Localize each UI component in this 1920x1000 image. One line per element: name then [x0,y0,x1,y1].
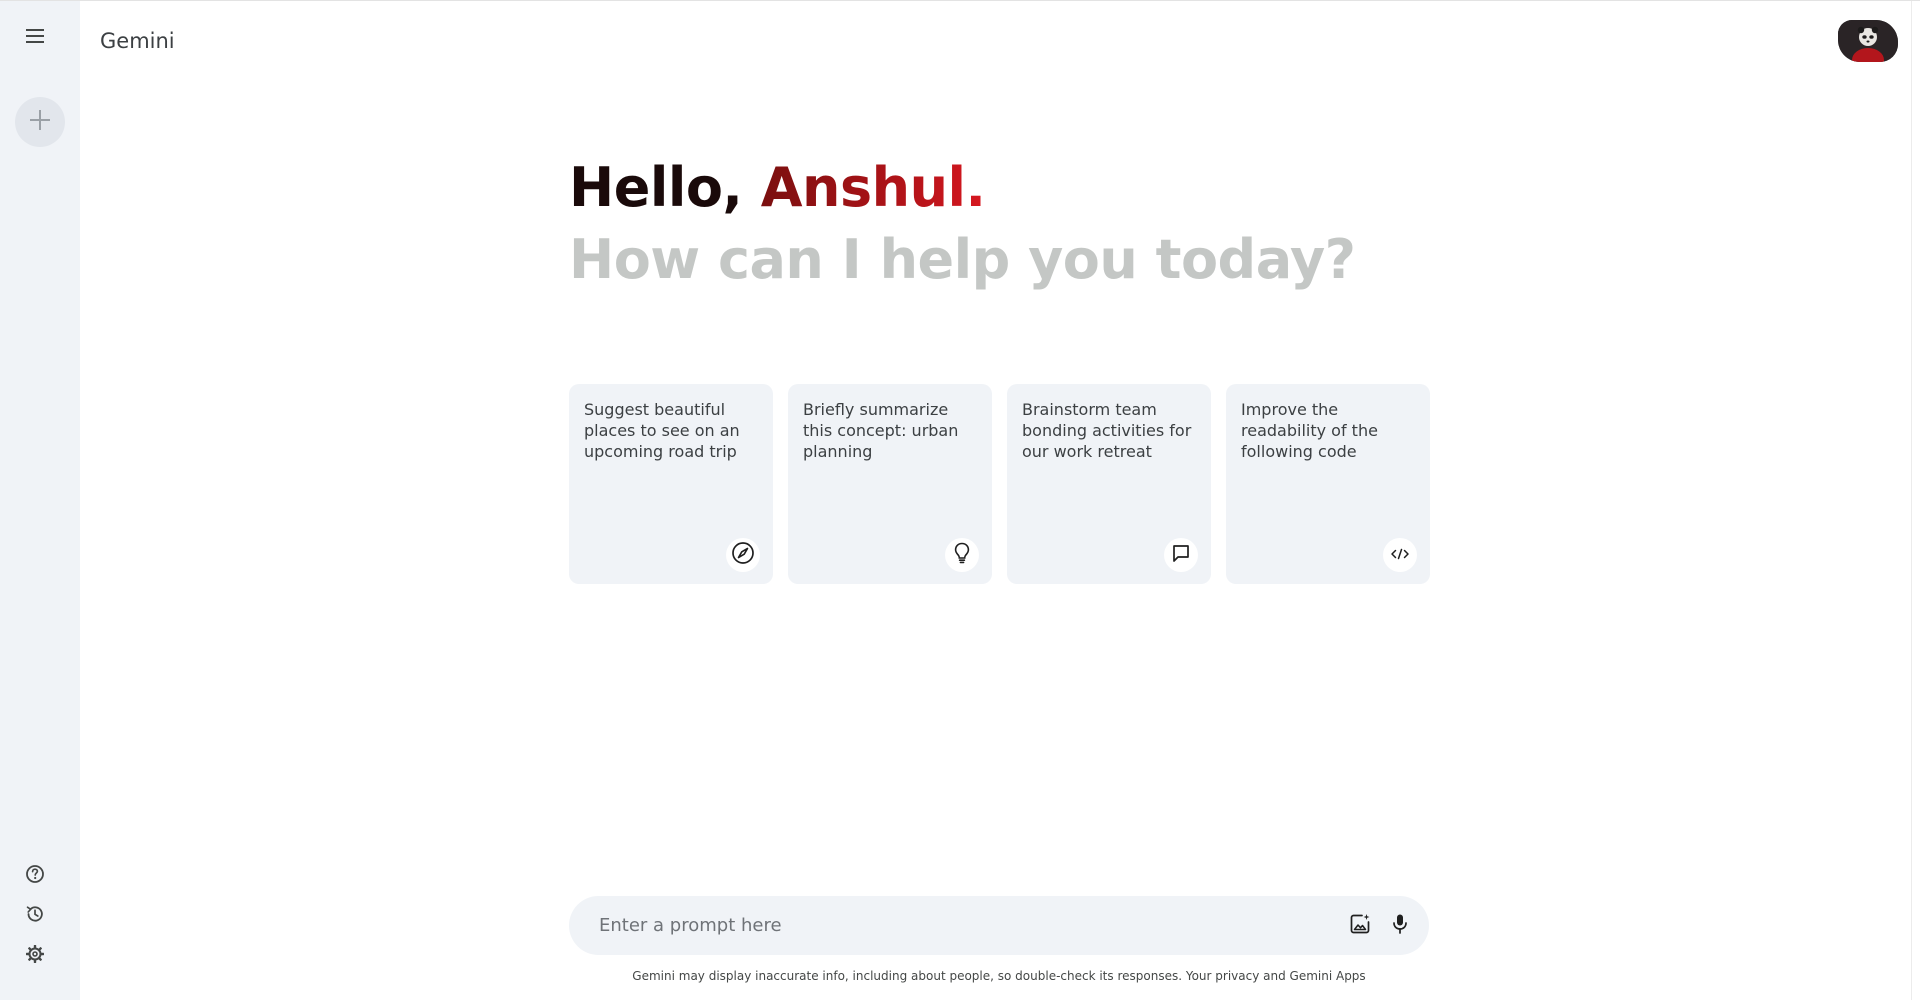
disclaimer-text: Gemini may display inaccurate info, incl… [632,969,1186,983]
microphone-icon [1391,913,1409,939]
help-button[interactable] [20,861,50,891]
prompt-bar [569,896,1429,955]
main-menu-button[interactable] [20,22,50,52]
chat-bubble-icon [1170,542,1192,568]
suggestion-card[interactable]: Briefly summarize this concept: urban pl… [788,384,992,584]
greeting-heading: Hello, Anshul. [569,153,986,223]
suggestion-card[interactable]: Brainstorm team bonding activities for o… [1007,384,1211,584]
gear-icon [25,944,45,968]
plus-icon [29,109,51,135]
upload-image-button[interactable] [1344,910,1376,942]
activity-button[interactable] [20,901,50,931]
suggestion-card[interactable]: Suggest beautiful places to see on an up… [569,384,773,584]
suggestion-card-text: Improve the readability of the following… [1241,400,1378,461]
greeting-user-name: Anshul. [760,156,986,219]
settings-button[interactable] [20,941,50,971]
lightbulb-icon [950,541,974,569]
new-chat-button[interactable] [15,97,65,147]
disclaimer: Gemini may display inaccurate info, incl… [569,969,1429,983]
hamburger-menu-icon [26,28,44,47]
suggestion-card[interactable]: Improve the readability of the following… [1226,384,1430,584]
greeting-subtitle: How can I help you today? [569,228,1356,291]
code-icon [1390,546,1410,565]
suggestion-card-text: Briefly summarize this concept: urban pl… [803,400,959,461]
sidebar [0,1,80,1000]
microphone-button[interactable] [1384,910,1416,942]
greeting-hello: Hello, [569,156,761,219]
privacy-link[interactable]: Your privacy and Gemini Apps [1186,969,1366,983]
suggestion-card-text: Suggest beautiful places to see on an up… [584,400,740,461]
prompt-input[interactable] [597,896,1317,955]
help-icon [25,864,45,888]
avatar[interactable] [1838,20,1898,62]
suggestion-card-text: Brainstorm team bonding activities for o… [1022,400,1192,461]
scrollbar[interactable] [1911,1,1920,1000]
add-image-icon [1348,912,1372,940]
compass-icon [731,541,755,569]
history-icon [25,904,45,928]
app-window: Gemini Hello, Anshul. How can I help you… [0,0,1920,1000]
suggestion-cards: Suggest beautiful places to see on an up… [569,384,1430,584]
app-title: Gemini [100,29,175,53]
avatar-image [1838,20,1898,62]
